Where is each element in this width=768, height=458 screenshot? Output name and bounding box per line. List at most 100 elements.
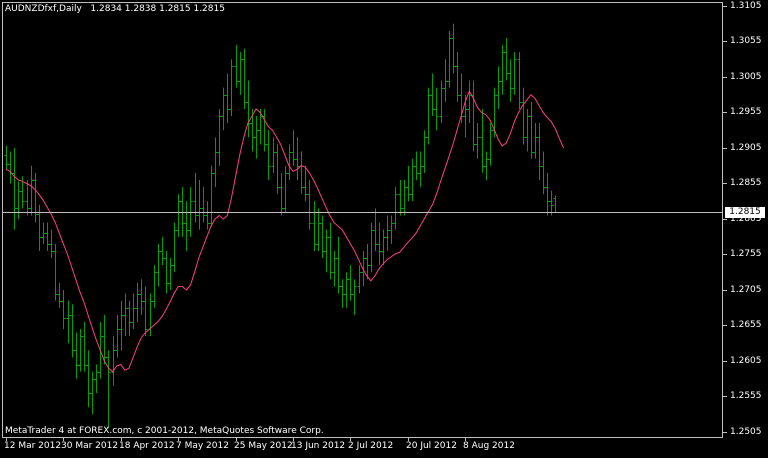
- ohlc-bar: [115, 314, 120, 358]
- ohlc-bar: [316, 208, 321, 251]
- ohlc-bar: [229, 59, 234, 117]
- ohlc-bar: [266, 130, 271, 180]
- ohlc-bar: [246, 80, 251, 138]
- ohlc-bar: [361, 250, 366, 287]
- ohlc-bar: [143, 286, 148, 337]
- ohlc-bar: [197, 179, 202, 230]
- ohlc-bar: [393, 187, 398, 230]
- ohlc-bar: [176, 194, 181, 237]
- price-tick-mark: [723, 290, 727, 291]
- ohlc-bar: [234, 45, 239, 88]
- price-tick-mark: [723, 148, 727, 149]
- ohlc-bar: [402, 179, 407, 216]
- ohlc-bar: [537, 123, 542, 180]
- ohlc-bar: [439, 80, 444, 124]
- price-tick-mark: [723, 432, 727, 433]
- ohlc-bar: [213, 137, 218, 188]
- date-tick-label: 2 Jul 2012: [348, 441, 394, 451]
- date-tick-label: 25 May 2012: [234, 441, 293, 451]
- ohlc-bar: [385, 215, 390, 251]
- ohlc-bar: [451, 23, 456, 74]
- ohlc-bar: [57, 282, 62, 308]
- date-tick-label: 12 Mar 2012: [4, 441, 62, 451]
- ohlc-bar: [488, 123, 493, 166]
- price-tick-label: 1.2905: [730, 143, 762, 153]
- ohlc-bar: [545, 172, 550, 216]
- ohlc-bar: [131, 293, 136, 330]
- ohlc-bar: [61, 290, 66, 330]
- chart-window[interactable]: AUDNZDfxf,Daily 1.2834 1.2838 1.2815 1.2…: [0, 0, 768, 458]
- ohlc-bar: [86, 350, 91, 408]
- ohlc-bar: [521, 87, 526, 145]
- ohlc-bar: [303, 165, 308, 202]
- ohlc-bar: [398, 179, 403, 216]
- ohlc-bar: [320, 215, 325, 259]
- ohlc-bar: [340, 279, 345, 308]
- ohlc-bar: [328, 222, 333, 280]
- price-tick-mark: [723, 219, 727, 220]
- ohlc-bar: [275, 144, 280, 195]
- ohlc-bar: [123, 293, 128, 337]
- moving-average-line: [5, 90, 565, 373]
- ohlc-bar: [324, 229, 329, 273]
- ohlc-bar: [258, 108, 263, 145]
- ohlc-bar: [512, 52, 517, 95]
- price-tick-label: 1.3105: [730, 1, 762, 11]
- ohlc-bar: [41, 222, 46, 244]
- ohlc-bar: [221, 87, 226, 131]
- ohlc-bar: [517, 52, 522, 109]
- ohlc-bar: [475, 123, 480, 159]
- ohlc-bar: [152, 265, 157, 308]
- ohlc-bar: [500, 45, 505, 95]
- ohlc-bar: [262, 108, 267, 152]
- price-tick-label: 1.3055: [730, 36, 762, 46]
- ohlc-bar: [33, 172, 38, 223]
- price-tick-mark: [723, 6, 727, 7]
- price-tick-label: 1.2955: [730, 107, 762, 117]
- ohlc-bar: [291, 130, 296, 166]
- ohlc-bar: [307, 179, 312, 230]
- ohlc-bar: [447, 30, 452, 88]
- ohlc-bar: [29, 165, 34, 216]
- ohlc-bar: [78, 329, 83, 372]
- ohlc-bar: [168, 258, 173, 290]
- bid-price-line: [3, 212, 723, 213]
- ohlc-bar: [455, 52, 460, 102]
- price-tick-label: 1.2505: [730, 427, 762, 437]
- ohlc-bar: [541, 151, 546, 195]
- ohlc-bar: [410, 158, 415, 202]
- ohlc-bar: [66, 300, 71, 344]
- date-tick-label: 30 Mar 2012: [61, 441, 119, 451]
- ohlc-bar: [426, 87, 431, 145]
- ohlc-bar: [525, 108, 530, 152]
- ohlc-bar: [418, 151, 423, 188]
- date-tick-label: 20 Jul 2012: [406, 441, 457, 451]
- price-tick-mark: [723, 325, 727, 326]
- ohlc-bar: [49, 229, 54, 259]
- ohlc-bar: [74, 332, 79, 379]
- ohlc-bar: [348, 265, 353, 301]
- ohlc-bar: [369, 222, 374, 273]
- price-tick-label: 1.3005: [730, 72, 762, 82]
- ohlc-bar: [209, 165, 214, 227]
- price-tick-label: 1.2655: [730, 320, 762, 330]
- ohlc-bar: [225, 73, 230, 124]
- ohlc-bar: [484, 151, 489, 180]
- ohlc-bar: [533, 123, 538, 159]
- date-tick-label: 7 May 2012: [176, 441, 229, 451]
- chart-header: AUDNZDfxf,Daily 1.2834 1.2838 1.2815 1.2…: [5, 4, 225, 14]
- ohlc-bar: [279, 172, 284, 216]
- price-tick-label: 1.2605: [730, 356, 762, 366]
- price-tick-label: 1.2855: [730, 178, 762, 188]
- ohlc-bar: [184, 201, 189, 251]
- date-tick-label: 8 Aug 2012: [463, 441, 515, 451]
- ohlc-bar: [205, 201, 210, 230]
- ohlc-bar: [414, 151, 419, 180]
- ohlc-bar: [238, 52, 243, 95]
- ohlc-bar: [111, 336, 116, 386]
- ohlc-bar: [16, 181, 21, 219]
- price-tick-label: 1.2555: [730, 391, 762, 401]
- ohlc-bar: [172, 222, 177, 273]
- ohlc-bar: [336, 236, 341, 294]
- ohlc-bar: [4, 145, 9, 170]
